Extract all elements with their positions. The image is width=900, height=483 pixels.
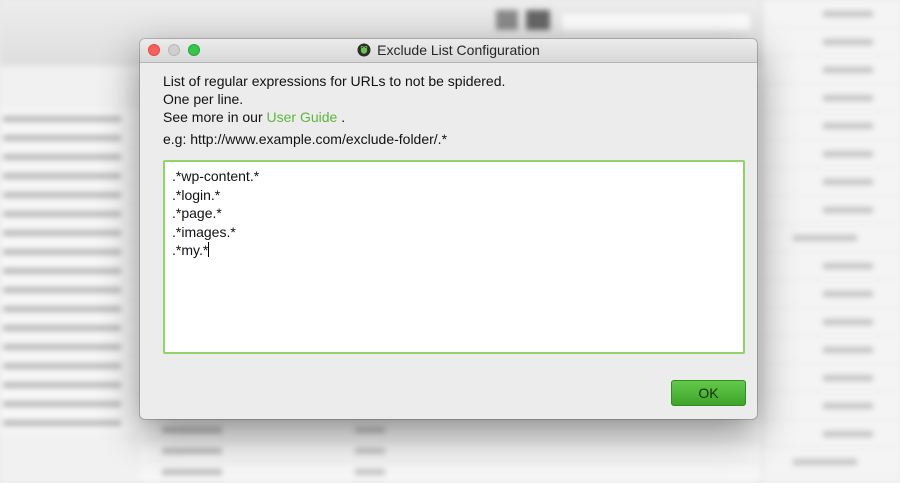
background-list-row [0,148,140,166]
background-panel-row [763,336,900,364]
background-panel-row [763,224,900,252]
background-list-row [0,262,140,280]
background-panel-row [763,364,900,392]
description-line: List of regular expressions for URLs to … [163,73,506,89]
background-panel-row [763,28,900,56]
background-list-row [0,205,140,223]
pattern-line-last: .*my.* [172,241,736,260]
background-panel-row [763,196,900,224]
background-panel-row [763,84,900,112]
background-search-field [560,12,752,32]
exclude-patterns-textarea[interactable]: .*wp-content.* .*login.* .*page.* .*images.… [163,160,745,354]
background-panel-row [763,448,900,476]
dialog-titlebar: Exclude List Configuration [140,39,757,63]
dialog-title-wrap: Exclude List Configuration [140,39,757,62]
pattern-line: .*my.* [172,242,209,258]
background-list-row [0,414,140,432]
background-list-row [0,319,140,337]
pattern-line: .*wp-content.* [172,168,260,184]
background-toolbar-button [526,10,550,30]
background-list-row [0,167,140,185]
background-panel-row [763,168,900,196]
background-details-table [140,420,762,483]
text-caret [208,242,210,257]
window-zoom-button[interactable] [188,44,200,56]
dialog-title: Exclude List Configuration [377,42,540,58]
background-list-row [0,376,140,394]
background-panel-row [763,252,900,280]
window-minimize-button[interactable] [168,44,180,56]
background-table-row [140,441,762,462]
window-close-button[interactable] [148,44,160,56]
guide-line: See more in our User Guide . [163,108,733,126]
background-panel-row [763,140,900,168]
background-panel-row [763,112,900,140]
background-panel-row [763,56,900,84]
guide-suffix: . [341,109,346,125]
background-table-row [140,462,762,483]
background-panel-row [763,0,900,28]
background-toolbar-button [496,10,518,30]
ok-button[interactable]: OK [671,380,746,406]
background-list-row [0,129,140,147]
pattern-line: .*images.* [172,223,236,240]
background-list-row [0,357,140,375]
background-panel-row [763,392,900,420]
background-list-row [0,300,140,318]
exclude-list-dialog: Exclude List Configuration List of regul… [140,39,757,419]
background-overview-panel [762,0,900,483]
background-panel-row [763,420,900,448]
background-panel-row [763,280,900,308]
background-list-row [0,110,140,128]
background-list-row [0,243,140,261]
background-list-row [0,224,140,242]
background-panel-row [763,308,900,336]
example-text: e.g: http://www.example.com/exclude-fold… [163,131,448,147]
background-list-row [0,281,140,299]
background-list-row [0,395,140,413]
description-line: One per line. [163,91,244,107]
background-list-row [0,338,140,356]
background-list-row [0,186,140,204]
background-url-list [0,110,140,483]
background-table-row [140,420,762,441]
user-guide-link[interactable]: User Guide [267,109,338,125]
pattern-line: .*page.* [172,205,222,221]
spider-frog-icon [357,43,371,57]
dialog-description: List of regular expressions for URLs to … [163,72,733,148]
guide-prefix: See more in our [163,109,263,125]
pattern-line: .*login.* [172,186,221,203]
